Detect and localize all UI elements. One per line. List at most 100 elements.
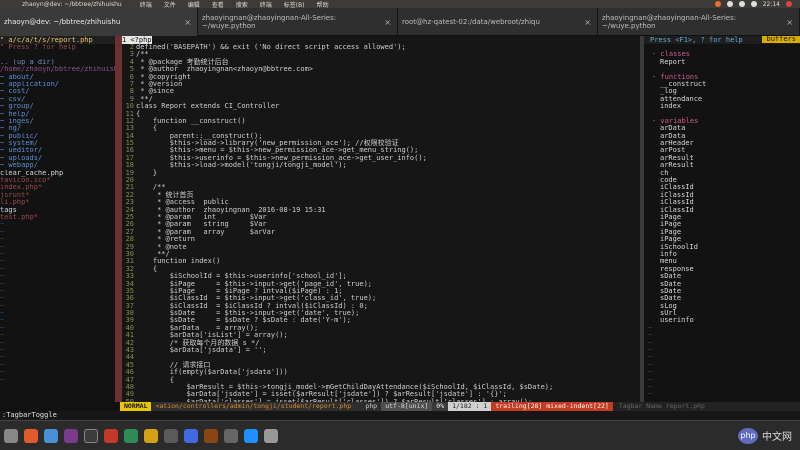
tree-folder[interactable]: ~ csv/ xyxy=(0,96,115,103)
terminal-tabs: zhaoyn@dev: ~/bbtree/zhihuishu × zhaoyin… xyxy=(0,8,800,36)
empty-line-marker: ~ xyxy=(648,375,653,384)
keyboard-icon[interactable] xyxy=(726,1,733,7)
empty-line-marker: ~ xyxy=(648,382,653,391)
code-line: 27 * @param array $arVar xyxy=(122,228,640,236)
tree-file[interactable]: .. (up a dir) xyxy=(0,59,115,66)
close-icon[interactable]: × xyxy=(184,18,191,27)
buffers-label[interactable]: buffers xyxy=(762,36,800,43)
code-line: 28 * @return xyxy=(122,235,640,243)
tree-file[interactable]: tags xyxy=(0,207,115,214)
terminal-tab-4[interactable]: zhaoyingnan@zhaoyingnan-All-Series: ~/wu… xyxy=(598,8,800,36)
terminal-tab-1[interactable]: zhaoyn@dev: ~/bbtree/zhihuishu × xyxy=(0,8,198,36)
code-line: 5 * @author zhaoyingnan<zhaoyn@bbtree.co… xyxy=(122,65,640,73)
php-badge: php xyxy=(738,427,758,444)
tree-file[interactable]: test.php* xyxy=(0,214,115,221)
tagbar-status: Tagbar Name report.php xyxy=(612,402,800,411)
code-line: 43 $arData['jsdata'] = ''; xyxy=(122,346,640,354)
close-icon[interactable]: × xyxy=(584,18,591,27)
code-line: 10 class Report extends CI_Controller xyxy=(122,102,640,110)
empty-line-marker: ~ xyxy=(648,338,653,347)
empty-line-marker: ~ xyxy=(648,331,653,340)
code-line: 2 defined('BASEPATH') && exit ('No direct… xyxy=(122,43,640,51)
empty-line-marker: ~ xyxy=(0,295,5,303)
network-icon[interactable] xyxy=(738,1,745,7)
code-line: 46 if(empty($arData['jsdata'])) xyxy=(122,368,640,376)
code-editor[interactable]: 1 <?php 2 defined('BASEPATH') && exit ('N… xyxy=(122,36,640,402)
empty-line-marker: ~ xyxy=(0,273,5,281)
tree-file[interactable]: clear_cache.php xyxy=(0,170,115,177)
tree-file[interactable]: li.php* xyxy=(0,199,115,206)
tree-folder[interactable]: ~ group/ xyxy=(0,103,115,110)
empty-line-marker: ~ xyxy=(648,353,653,362)
app-icon[interactable] xyxy=(124,428,138,443)
tab-label: zhaoyingnan@zhaoyingnan-All-Series: ~/wu… xyxy=(602,14,737,30)
tree-folder[interactable]: ~ uploads/ xyxy=(0,155,115,162)
system-tray: 22:14 xyxy=(714,1,792,8)
tagbar-hint: Press <F1>, ? for help xyxy=(650,36,743,44)
power-icon[interactable] xyxy=(786,1,792,7)
empty-line-marker: ~ xyxy=(0,228,5,236)
code-line: 18 $this->load->model('tongji/tongji_mod… xyxy=(122,161,640,169)
tree-folder[interactable]: ~ inges/ xyxy=(0,118,115,125)
code-line: 21 /** xyxy=(122,184,640,192)
command-line[interactable]: :TagbarToggle xyxy=(0,411,800,419)
tag-item[interactable]: index xyxy=(644,102,800,110)
code-line: 20 xyxy=(122,176,640,184)
app-icon[interactable] xyxy=(144,428,158,443)
file-path: <ation/controllers/admin/tongji/student/… xyxy=(151,402,362,411)
tree-file[interactable]: /home/zhaoyn/bbtree/zhihuishu/ xyxy=(0,66,115,73)
tree-file[interactable]: jsrunt* xyxy=(0,192,115,199)
tree-file[interactable]: index.php* xyxy=(0,184,115,191)
window-separator[interactable] xyxy=(115,36,122,402)
nerdtree-header: " a/c/a/t/s/report.php xyxy=(0,36,115,44)
tree-folder[interactable]: ~ ueditor/ xyxy=(0,147,115,154)
trash-icon[interactable] xyxy=(264,428,278,443)
nerdtree-pane[interactable]: " a/c/a/t/s/report.php " Press ? for hel… xyxy=(0,36,115,402)
tree-file[interactable]: favicon.ico* xyxy=(0,177,115,184)
app-icon[interactable] xyxy=(104,428,118,443)
app-icon[interactable] xyxy=(244,428,258,443)
tree-file[interactable] xyxy=(0,51,115,58)
empty-line-marker: ~ xyxy=(648,360,653,369)
tree-folder[interactable]: ~ ng/ xyxy=(0,125,115,132)
tagbar-pane[interactable]: Press <F1>, ? for help buffers - classes… xyxy=(644,36,800,402)
nerdtree-status xyxy=(0,402,120,411)
tree-folder[interactable]: ~ public/ xyxy=(0,133,115,140)
tree-folder[interactable]: ~ help/ xyxy=(0,111,115,118)
app-icon[interactable] xyxy=(224,428,238,443)
code-line: 7 * @version xyxy=(122,80,640,88)
volume-icon[interactable] xyxy=(750,1,757,7)
app-icon[interactable] xyxy=(204,428,218,443)
tree-folder[interactable]: ~ cost/ xyxy=(0,88,115,95)
encoding: utf-8[unix] xyxy=(381,402,433,411)
tab-label: zhaoyingnan@zhaoyingnan-All-Series: ~/wu… xyxy=(202,14,337,30)
code-line: 31 function index() xyxy=(122,257,640,265)
empty-line-marker: ~ xyxy=(0,243,5,251)
code-text: defined('BASEPATH') && exit ('No direct … xyxy=(136,43,406,51)
chrome-icon[interactable] xyxy=(44,428,58,443)
settings-icon[interactable] xyxy=(64,428,78,443)
empty-line-marker: ~ xyxy=(0,258,5,266)
tree-folder[interactable]: ~ about/ xyxy=(0,74,115,81)
tree-folder[interactable]: ~ application/ xyxy=(0,81,115,88)
files-icon[interactable] xyxy=(4,428,18,443)
terminal-icon[interactable] xyxy=(84,428,98,443)
filetype: php xyxy=(361,402,382,411)
terminal-tab-3[interactable]: root@hz-qatest-02:/data/webroot/zhiqu × xyxy=(398,8,598,36)
clock[interactable]: 22:14 xyxy=(763,1,780,8)
empty-line-marker: ~ xyxy=(648,390,653,399)
firefox-icon[interactable] xyxy=(24,428,38,443)
tree-folder[interactable]: ~ system/ xyxy=(0,140,115,147)
app-icon[interactable] xyxy=(184,428,198,443)
empty-line-marker: ~ xyxy=(0,302,5,310)
tag-item[interactable]: userinfo xyxy=(644,317,800,325)
notification-icon[interactable] xyxy=(714,1,721,7)
close-icon[interactable]: × xyxy=(384,18,391,27)
close-icon[interactable]: × xyxy=(786,18,793,27)
tab-label: root@hz-qatest-02:/data/webroot/zhiqu xyxy=(402,18,540,26)
empty-line-marker: ~ xyxy=(0,287,5,295)
terminal-tab-2[interactable]: zhaoyingnan@zhaoyingnan-All-Series: ~/wu… xyxy=(198,8,398,36)
app-icon[interactable] xyxy=(164,428,178,443)
tree-folder[interactable]: ~ webapp/ xyxy=(0,162,115,169)
tag-item[interactable]: Report xyxy=(644,58,800,66)
